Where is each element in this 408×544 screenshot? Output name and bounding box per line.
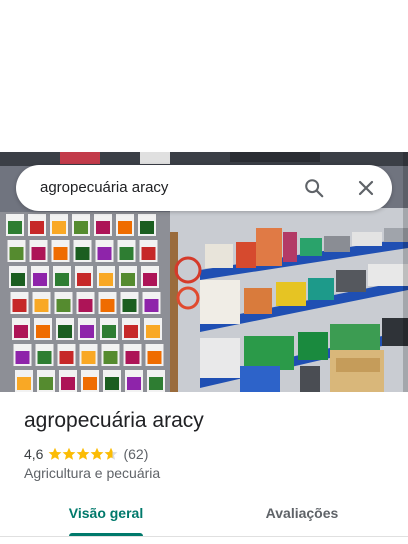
seed-packet-image — [146, 325, 160, 338]
seed-packet-image — [118, 221, 132, 234]
seed-packet-image — [53, 247, 68, 260]
close-icon[interactable] — [356, 178, 376, 198]
seed-packet-image — [147, 351, 162, 364]
seed-packet-image — [15, 351, 30, 364]
search-icon[interactable] — [303, 177, 325, 199]
seed-packet-image — [12, 299, 27, 312]
place-title: agropecuária aracy — [24, 409, 204, 432]
seed-packet-image — [17, 377, 31, 390]
seed-packet-image — [121, 273, 135, 286]
seed-packet-image — [100, 299, 115, 312]
search-bar[interactable]: agropecuária aracy — [16, 165, 392, 211]
star-icon — [49, 447, 62, 460]
seed-packet-image — [143, 273, 157, 286]
seed-packet-image — [102, 325, 116, 338]
star-icon — [105, 447, 118, 460]
seed-packet-image — [9, 247, 24, 260]
seed-packet-image — [52, 221, 66, 234]
seed-packet-image — [36, 325, 50, 338]
seed-packet-image — [11, 273, 25, 286]
tabs-divider — [0, 536, 408, 537]
tab-overview[interactable]: Visão geral — [56, 496, 156, 536]
seed-packet-image — [61, 377, 75, 390]
seed-packet-image — [56, 299, 71, 312]
review-count[interactable]: (62) — [123, 446, 148, 462]
seed-packet-image — [124, 325, 138, 338]
seed-packet-image — [37, 351, 52, 364]
seed-packet-image — [31, 247, 46, 260]
star-rating — [48, 447, 118, 461]
seed-packet-image — [59, 351, 74, 364]
star-icon — [63, 447, 76, 460]
seed-packet-image — [127, 377, 141, 390]
seed-packet-image — [125, 351, 140, 364]
tab-bar: Visão geral Avaliações — [0, 496, 408, 544]
seed-packet-image — [80, 325, 94, 338]
seed-packet-image — [81, 351, 96, 364]
seed-packet-image — [149, 377, 163, 390]
seed-packet-image — [78, 299, 93, 312]
search-input[interactable]: agropecuária aracy — [40, 179, 168, 196]
seed-packet-image — [105, 377, 119, 390]
seed-packet-image — [30, 221, 44, 234]
seed-packet-image — [55, 273, 69, 286]
seed-packet-image — [140, 221, 154, 234]
seed-packet-image — [58, 325, 72, 338]
seed-packet-image — [74, 221, 88, 234]
place-category[interactable]: Agricultura e pecuária — [24, 465, 160, 481]
rating-value: 4,6 — [24, 446, 44, 462]
seed-packet-image — [77, 273, 91, 286]
seed-packet-image — [34, 299, 49, 312]
seed-packet-image — [103, 351, 118, 364]
seed-packet-image — [83, 377, 97, 390]
tab-reviews[interactable]: Avaliações — [252, 496, 352, 536]
photo-scroll-edge — [403, 152, 408, 392]
seed-packet-image — [39, 377, 53, 390]
rating-row[interactable]: 4,6 (62) — [24, 445, 148, 463]
seed-packet-image — [8, 221, 22, 234]
seed-packet-image — [144, 299, 159, 312]
seed-packet-image — [99, 273, 113, 286]
star-icon — [91, 447, 104, 460]
seed-packet-image — [14, 325, 28, 338]
seed-packet-image — [75, 247, 90, 260]
seed-packet-image — [97, 247, 112, 260]
seed-packet-image — [119, 247, 134, 260]
seed-packet-image — [141, 247, 156, 260]
seed-packet-image — [33, 273, 47, 286]
seed-packet-image — [122, 299, 137, 312]
star-icon — [77, 447, 90, 460]
seed-packet-image — [96, 221, 110, 234]
